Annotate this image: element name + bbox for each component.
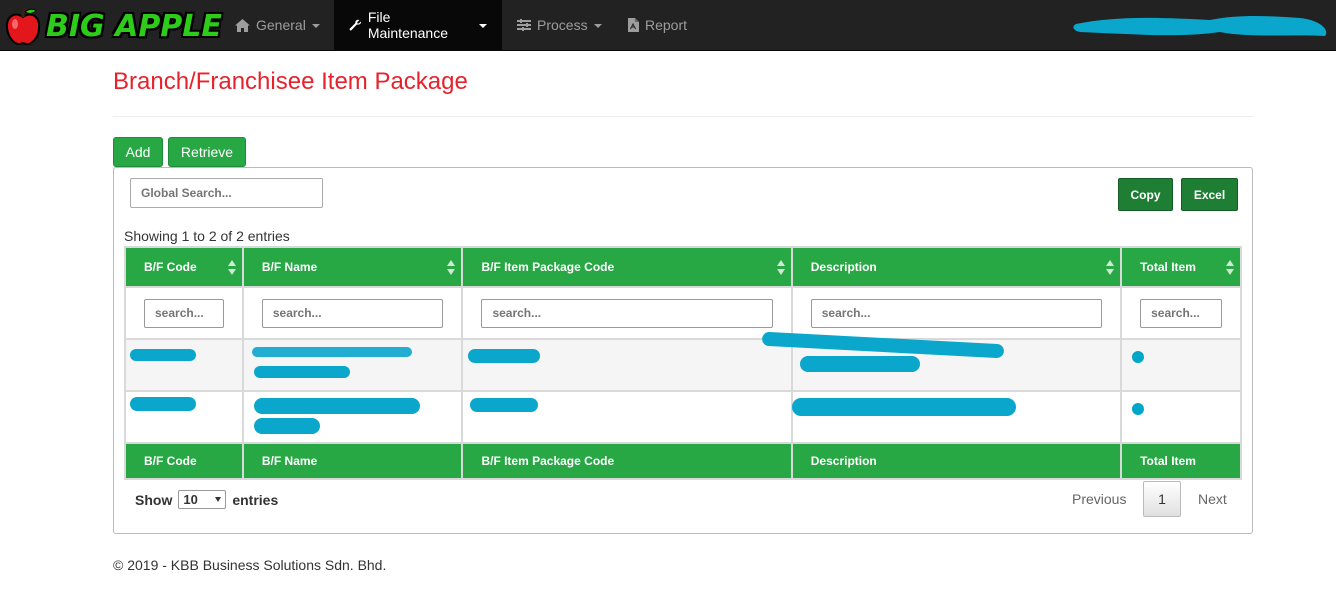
page-title: Branch/Franchisee Item Package xyxy=(113,68,468,95)
chevron-down-icon xyxy=(479,24,487,28)
sort-icon xyxy=(1226,260,1234,276)
description-search-input[interactable] xyxy=(810,298,1103,328)
filter-cell xyxy=(124,286,244,340)
filter-cell xyxy=(241,286,464,340)
showing-entries-info: Showing 1 to 2 of 2 entries xyxy=(124,228,290,244)
dropdown-arrow-icon xyxy=(215,497,222,502)
redaction-mark xyxy=(792,398,1016,416)
sliders-icon xyxy=(517,19,531,31)
show-label: Show xyxy=(135,491,173,508)
page-footer: © 2019 - KBB Business Solutions Sdn. Bhd… xyxy=(113,557,387,573)
copy-button[interactable]: Copy xyxy=(1118,178,1173,211)
entries-label: entries xyxy=(232,491,279,508)
col-header-package-code[interactable]: B/F Item Package Code xyxy=(461,246,793,288)
nav-file-maintenance[interactable]: File Maintenance xyxy=(334,0,502,50)
col-header-description[interactable]: Description xyxy=(790,246,1123,288)
filter-cell xyxy=(461,286,793,340)
nav-report[interactable]: Report xyxy=(613,0,702,50)
cell-package-code-redacted xyxy=(461,338,793,392)
cell-bf-code-redacted xyxy=(124,338,244,392)
title-divider xyxy=(113,116,1253,117)
top-navbar: BIG APPLE General File Maintenance Proce… xyxy=(0,0,1336,51)
col-footer-package-code: B/F Item Package Code xyxy=(461,442,793,480)
col-header-label: Description xyxy=(810,260,877,274)
page-size-value: 10 xyxy=(183,492,198,507)
pdf-file-icon xyxy=(628,18,639,32)
user-menu-redacted[interactable] xyxy=(1070,10,1332,40)
col-footer-bf-name: B/F Name xyxy=(241,442,464,480)
wrench-icon xyxy=(349,19,362,31)
chevron-down-icon xyxy=(593,24,602,28)
nav-process-label: Process xyxy=(537,17,588,33)
redaction-mark xyxy=(130,397,196,411)
redaction-mark xyxy=(468,349,540,363)
cell-total-item xyxy=(1120,390,1242,444)
redaction-mark xyxy=(130,349,196,361)
nav-file-maintenance-label: File Maintenance xyxy=(367,9,448,41)
col-header-label: B/F Code xyxy=(144,260,197,274)
chevron-down-icon xyxy=(311,24,320,28)
page-length-control: Show 10 entries xyxy=(135,490,278,509)
col-header-bf-name[interactable]: B/F Name xyxy=(241,246,464,288)
pagination-previous[interactable]: Previous xyxy=(1072,491,1126,507)
brand-logo[interactable]: BIG APPLE xyxy=(4,4,222,48)
filter-cell xyxy=(1120,286,1242,340)
page-size-select[interactable]: 10 xyxy=(178,490,227,509)
table-header-row: B/F Code B/F Name B/F Item Package Code … xyxy=(124,246,1242,288)
col-header-label: B/F Name xyxy=(261,260,318,274)
bf-code-search-input[interactable] xyxy=(144,298,224,328)
apple-logo-icon xyxy=(5,6,41,46)
col-footer-bf-code: B/F Code xyxy=(124,442,244,480)
total-item-search-input[interactable] xyxy=(1140,298,1222,328)
global-search-input[interactable] xyxy=(130,178,323,208)
total-item-value-redacted xyxy=(1132,351,1145,363)
col-header-bf-code[interactable]: B/F Code xyxy=(124,246,244,288)
col-header-label: B/F Item Package Code xyxy=(481,260,615,274)
redaction-mark xyxy=(254,366,350,378)
home-icon xyxy=(235,18,250,32)
col-footer-total-item: Total Item xyxy=(1120,442,1242,480)
sort-icon xyxy=(776,260,785,276)
package-code-search-input[interactable] xyxy=(481,298,773,328)
nav-process[interactable]: Process xyxy=(502,0,617,50)
col-header-label: Total Item xyxy=(1140,260,1196,274)
redaction-mark xyxy=(470,398,538,412)
nav-general-label: General xyxy=(256,17,306,33)
redaction-mark xyxy=(254,398,420,414)
redaction-mark xyxy=(800,356,920,372)
sort-icon xyxy=(447,260,456,276)
table-footer-row: B/F Code B/F Name B/F Item Package Code … xyxy=(124,442,1242,480)
sort-icon xyxy=(1106,260,1115,276)
filter-cell xyxy=(790,286,1123,340)
pagination-next[interactable]: Next xyxy=(1198,491,1227,507)
sort-icon xyxy=(227,260,236,276)
excel-button[interactable]: Excel xyxy=(1181,178,1238,211)
col-header-total-item[interactable]: Total Item xyxy=(1120,246,1242,288)
item-package-table: B/F Code B/F Name B/F Item Package Code … xyxy=(124,246,1242,480)
col-footer-description: Description xyxy=(790,442,1123,480)
redaction-mark xyxy=(252,347,412,357)
add-button[interactable]: Add xyxy=(113,137,163,167)
brand-name: BIG APPLE xyxy=(46,8,222,44)
cell-total-item xyxy=(1120,338,1242,392)
redaction-mark xyxy=(254,418,320,434)
pagination-page-current[interactable]: 1 xyxy=(1143,481,1181,517)
total-item-value-redacted xyxy=(1132,403,1145,415)
column-filter-row xyxy=(124,286,1242,340)
bf-name-search-input[interactable] xyxy=(261,298,444,328)
nav-report-label: Report xyxy=(645,17,688,33)
retrieve-button[interactable]: Retrieve xyxy=(168,137,246,167)
nav-general[interactable]: General xyxy=(220,0,335,50)
